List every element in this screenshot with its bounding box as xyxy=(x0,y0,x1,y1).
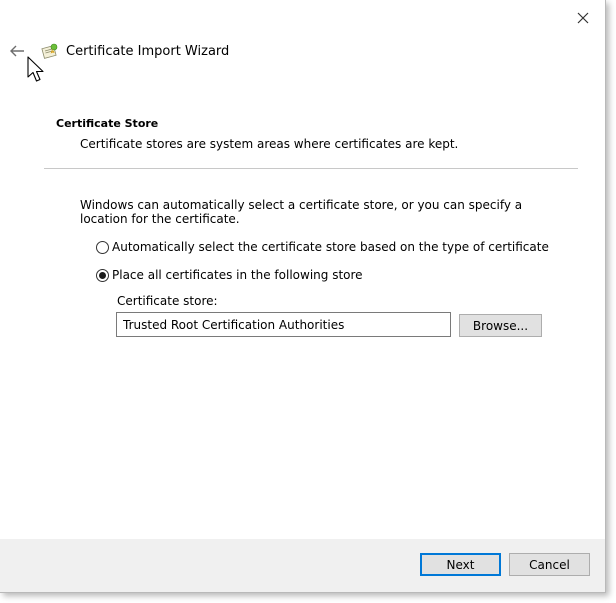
close-icon xyxy=(577,12,589,24)
back-button[interactable] xyxy=(8,42,26,60)
back-arrow-icon xyxy=(10,45,24,57)
section-description: Certificate stores are system areas wher… xyxy=(80,137,459,151)
browse-button[interactable]: Browse... xyxy=(459,314,542,337)
certificate-store-label: Certificate store: xyxy=(117,294,218,308)
radio-label-automatic: Automatically select the certificate sto… xyxy=(112,240,549,254)
radio-label-place-all: Place all certificates in the following … xyxy=(112,268,363,282)
wizard-window: Certificate Import Wizard Certificate St… xyxy=(0,0,606,593)
mouse-pointer-icon xyxy=(27,56,44,82)
window-title: Certificate Import Wizard xyxy=(66,44,230,59)
radio-button-automatic[interactable] xyxy=(96,240,109,254)
next-button[interactable]: Next xyxy=(420,553,501,576)
section-title: Certificate Store xyxy=(56,117,159,130)
radio-button-place-all[interactable] xyxy=(96,268,109,282)
radio-option-automatic[interactable]: Automatically select the certificate sto… xyxy=(96,240,549,254)
header-divider xyxy=(44,168,578,169)
cancel-button[interactable]: Cancel xyxy=(509,553,590,576)
certificate-store-field[interactable] xyxy=(116,312,451,337)
intro-text: Windows can automatically select a certi… xyxy=(80,198,523,226)
close-button[interactable] xyxy=(572,8,594,28)
radio-option-place-all[interactable]: Place all certificates in the following … xyxy=(96,268,363,282)
